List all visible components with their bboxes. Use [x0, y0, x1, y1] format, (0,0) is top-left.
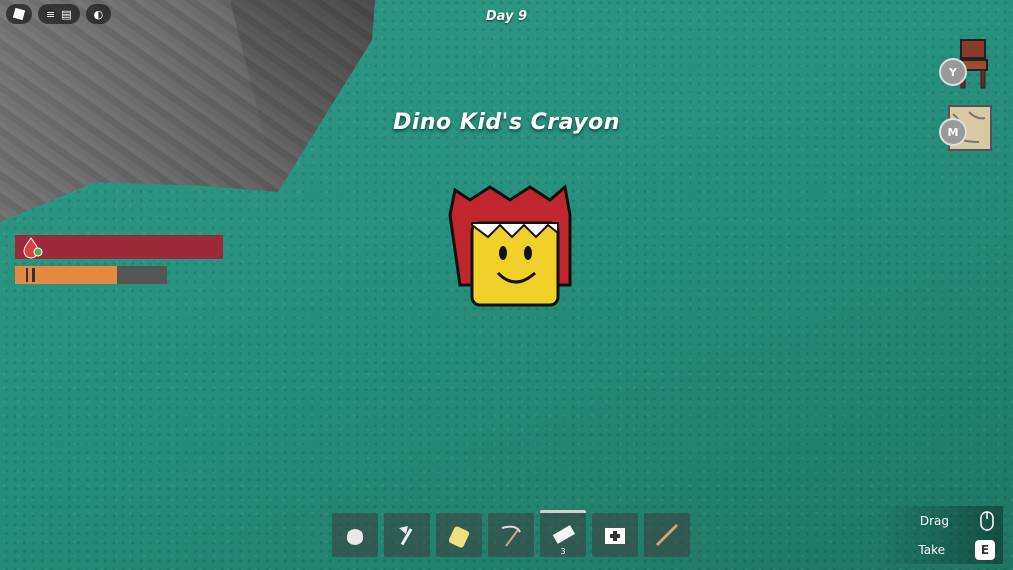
- build-key-badge: Y: [939, 58, 967, 86]
- map-key-badge: M: [939, 118, 967, 146]
- mouse-icon: [980, 511, 994, 531]
- hotbar-slot-3[interactable]: [436, 513, 482, 557]
- hotbar-slot-2[interactable]: [384, 513, 430, 557]
- hotbar-slot-1[interactable]: [332, 513, 378, 557]
- sack-icon: [346, 529, 364, 545]
- take-prompt[interactable]: Take E: [878, 536, 1003, 564]
- bandage-icon: [552, 525, 576, 544]
- hunger-bar: [15, 266, 167, 284]
- hotbar-slot-4[interactable]: [488, 513, 534, 557]
- jar-icon: [448, 526, 470, 548]
- fork-knife-icon: [26, 268, 35, 282]
- health-bar: [15, 235, 223, 259]
- hotbar-slot-7[interactable]: [644, 513, 690, 557]
- hotbar-slot-6[interactable]: [592, 513, 638, 557]
- map-button[interactable]: M: [939, 100, 995, 156]
- build-button[interactable]: Y: [939, 38, 995, 94]
- hotbar: 3: [332, 510, 690, 557]
- take-label: Take: [918, 543, 945, 557]
- item-name-label: Dino Kid's Crayon: [393, 110, 620, 135]
- axe-icon: [399, 526, 413, 546]
- drag-prompt: Drag: [879, 506, 1003, 536]
- slot-count: 3: [560, 547, 566, 556]
- scythe-icon: [501, 525, 521, 547]
- day-counter: Day 9: [485, 9, 528, 24]
- drag-label: Drag: [919, 514, 949, 528]
- blood-drop-icon: [23, 237, 43, 259]
- rifle-icon: [655, 523, 679, 547]
- dino-kid-crayon-item[interactable]: [440, 175, 600, 370]
- medkit-icon: [605, 528, 625, 544]
- hotbar-slot-5[interactable]: 3: [540, 510, 586, 557]
- take-key[interactable]: E: [975, 540, 995, 560]
